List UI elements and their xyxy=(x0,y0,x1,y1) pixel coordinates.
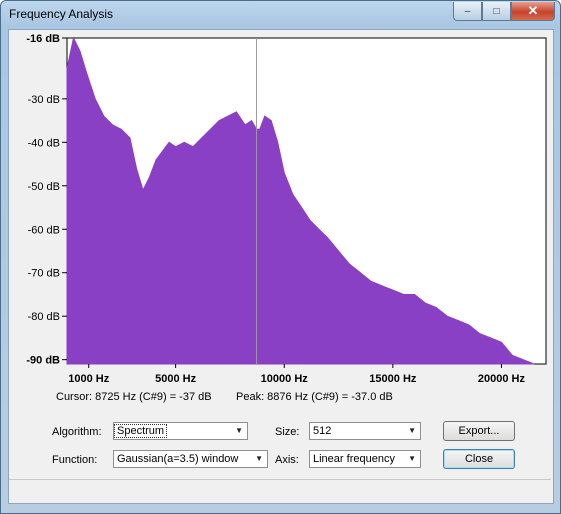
y-tick-label: -60 dB xyxy=(28,224,60,236)
axis-value: Linear frequency xyxy=(313,453,395,465)
y-tick-label: -50 dB xyxy=(28,181,60,193)
peak-readout: Peak: 8876 Hz (C#9) = -37.0 dB xyxy=(236,391,393,403)
y-tick-label: -16 dB xyxy=(26,33,60,45)
x-tick-label: 20000 Hz xyxy=(478,373,526,385)
caption-buttons: – □ ✕ xyxy=(453,2,555,21)
function-select[interactable]: Gaussian(a=3.5) window ▼ xyxy=(113,450,268,468)
frequency-analysis-window: Frequency Analysis – □ ✕ -16 dB -30 dB -40… xyxy=(0,0,561,514)
size-select[interactable]: 512 ▼ xyxy=(309,422,421,440)
algorithm-value: Spectrum xyxy=(113,424,168,438)
y-tick-label: -90 dB xyxy=(26,355,60,367)
status-bar xyxy=(9,479,551,500)
dialog-client-area: -16 dB -30 dB -40 dB -50 dB -60 dB -70 dB -80 … xyxy=(8,29,554,504)
window-title: Frequency Analysis xyxy=(9,7,114,21)
function-value: Gaussian(a=3.5) window xyxy=(117,453,239,465)
x-tick-label: 15000 Hz xyxy=(369,373,417,385)
spectrum-chart[interactable]: -16 dB -30 dB -40 dB -50 dB -60 dB -70 dB -80 … xyxy=(9,30,553,390)
chevron-down-icon: ▼ xyxy=(235,426,243,435)
x-tick-label: 5000 Hz xyxy=(155,373,196,385)
chevron-down-icon: ▼ xyxy=(255,454,263,463)
y-tick-label: -30 dB xyxy=(28,94,60,106)
y-tick-label: -70 dB xyxy=(28,268,60,280)
spectrum-plot-area: -16 dB -30 dB -40 dB -50 dB -60 dB -70 dB -80 … xyxy=(9,30,553,440)
minimize-button[interactable]: – xyxy=(453,2,482,21)
close-window-button[interactable]: ✕ xyxy=(511,2,555,21)
x-tick-label: 10000 Hz xyxy=(261,373,309,385)
minimize-icon: – xyxy=(464,5,471,17)
maximize-button[interactable]: □ xyxy=(482,2,511,21)
y-tick-label: -80 dB xyxy=(28,311,60,323)
close-icon: ✕ xyxy=(527,3,539,18)
export-button[interactable]: Export... xyxy=(443,421,515,441)
algorithm-select[interactable]: Spectrum ▼ xyxy=(113,422,248,440)
axis-label: Axis: xyxy=(275,454,299,466)
chevron-down-icon: ▼ xyxy=(408,454,416,463)
algorithm-label: Algorithm: xyxy=(52,426,102,438)
size-value: 512 xyxy=(313,425,332,437)
x-tick-label: 1000 Hz xyxy=(68,373,109,385)
axis-select[interactable]: Linear frequency ▼ xyxy=(309,450,421,468)
cursor-readout: Cursor: 8725 Hz (C#9) = -37 dB xyxy=(56,391,212,403)
close-button[interactable]: Close xyxy=(443,449,515,469)
chevron-down-icon: ▼ xyxy=(408,426,416,435)
size-label: Size: xyxy=(275,426,300,438)
title-bar[interactable]: Frequency Analysis – □ ✕ xyxy=(1,1,560,29)
function-label: Function: xyxy=(52,454,98,466)
y-tick-label: -40 dB xyxy=(28,137,60,149)
maximize-icon: □ xyxy=(493,5,500,17)
